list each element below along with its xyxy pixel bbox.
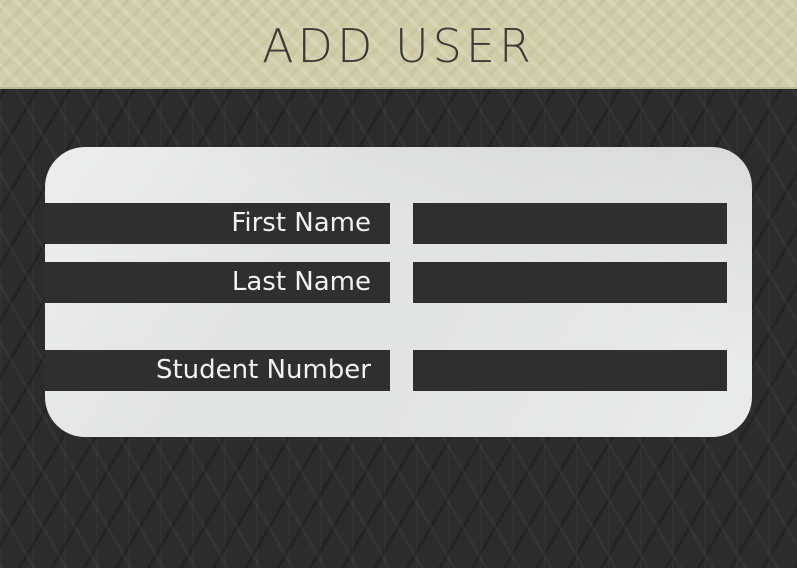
student-number-label: Student Number [45,350,390,391]
first-name-label: First Name [45,203,390,244]
header-bar: ADD USER [0,0,797,89]
student-number-row: Student Number [45,350,727,391]
last-name-row: Last Name [45,262,727,303]
student-number-field[interactable] [413,350,727,391]
last-name-field[interactable] [413,262,727,303]
last-name-label: Last Name [45,262,390,303]
first-name-field[interactable] [413,203,727,244]
page-title: ADD USER [262,19,535,73]
first-name-row: First Name [45,203,727,244]
